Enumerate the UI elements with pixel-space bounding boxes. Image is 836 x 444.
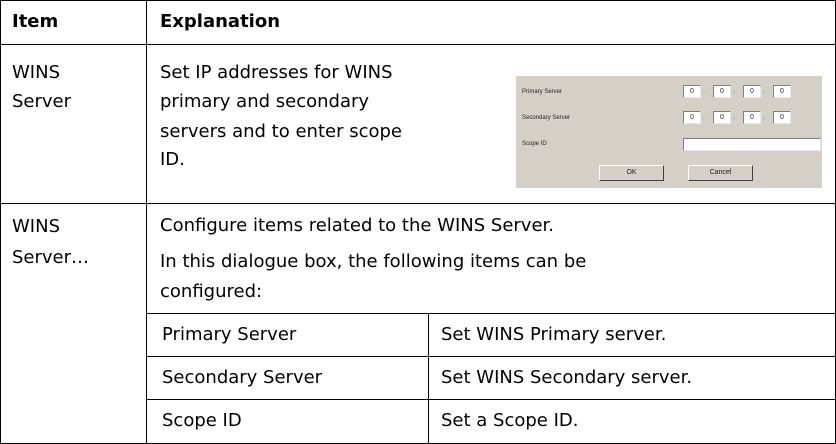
- cancel-button[interactable]: Cancel: [688, 165, 753, 181]
- primary-octet-4[interactable]: 0: [773, 85, 791, 98]
- row1-item-line2: Server: [12, 91, 72, 112]
- subtable-line-top: [146, 313, 836, 314]
- octet-separator: .: [733, 114, 735, 121]
- row2-explanation-line1: Configure items related to the WINS Serv…: [160, 215, 554, 236]
- row1-explanation-line1: Set IP addresses for WINS: [160, 62, 393, 83]
- subtable-name-scope: Scope ID: [162, 410, 242, 431]
- octet-separator: .: [703, 88, 705, 95]
- subtable-desc-scope: Set a Scope ID.: [441, 410, 579, 431]
- secondary-octet-4[interactable]: 0: [773, 111, 791, 124]
- header-item: Item: [12, 11, 59, 32]
- subtable-desc-secondary: Set WINS Secondary server.: [441, 367, 693, 388]
- header-explanation: Explanation: [160, 11, 281, 32]
- subtable-line-2: [146, 356, 836, 357]
- row1-explanation-line4: ID.: [160, 149, 185, 170]
- primary-server-label: Primary Server: [522, 89, 563, 95]
- octet-separator: .: [733, 88, 735, 95]
- wins-server-dialog: Primary Server Secondary Server Scope ID…: [516, 76, 822, 188]
- row1-explanation-line2: primary and secondary: [160, 91, 370, 112]
- table-border-top: [0, 0, 836, 1]
- scope-id-input[interactable]: [683, 138, 821, 151]
- secondary-octet-2[interactable]: 0: [713, 111, 731, 124]
- row-divider-header: [0, 44, 836, 45]
- octet-separator: .: [703, 114, 705, 121]
- primary-octet-2[interactable]: 0: [713, 85, 731, 98]
- column-divider: [146, 0, 147, 444]
- row-divider-1: [0, 203, 836, 204]
- octet-separator: .: [763, 88, 765, 95]
- secondary-server-label: Secondary Server: [522, 115, 571, 121]
- row2-item-line1: WINS: [12, 216, 60, 237]
- secondary-octet-3[interactable]: 0: [743, 111, 761, 124]
- row1-item-line1: WINS: [12, 62, 60, 83]
- row1-explanation-line3: servers and to enter scope: [160, 121, 402, 142]
- row2-explanation-line3: configured:: [160, 281, 263, 302]
- subtable-name-primary: Primary Server: [162, 324, 297, 345]
- table-border-left: [0, 0, 1, 444]
- subtable-name-secondary: Secondary Server: [162, 367, 323, 388]
- primary-octet-1[interactable]: 0: [683, 85, 701, 98]
- subtable-column-divider: [428, 313, 429, 444]
- scope-id-label: Scope ID: [522, 141, 547, 147]
- octet-separator: .: [763, 114, 765, 121]
- subtable-desc-primary: Set WINS Primary server.: [441, 324, 667, 345]
- secondary-octet-1[interactable]: 0: [683, 111, 701, 124]
- row2-item-line2: Server…: [12, 247, 90, 268]
- row2-explanation-line2: In this dialogue box, the following item…: [160, 251, 587, 272]
- ok-button[interactable]: OK: [599, 165, 664, 181]
- primary-octet-3[interactable]: 0: [743, 85, 761, 98]
- subtable-line-3: [146, 399, 836, 400]
